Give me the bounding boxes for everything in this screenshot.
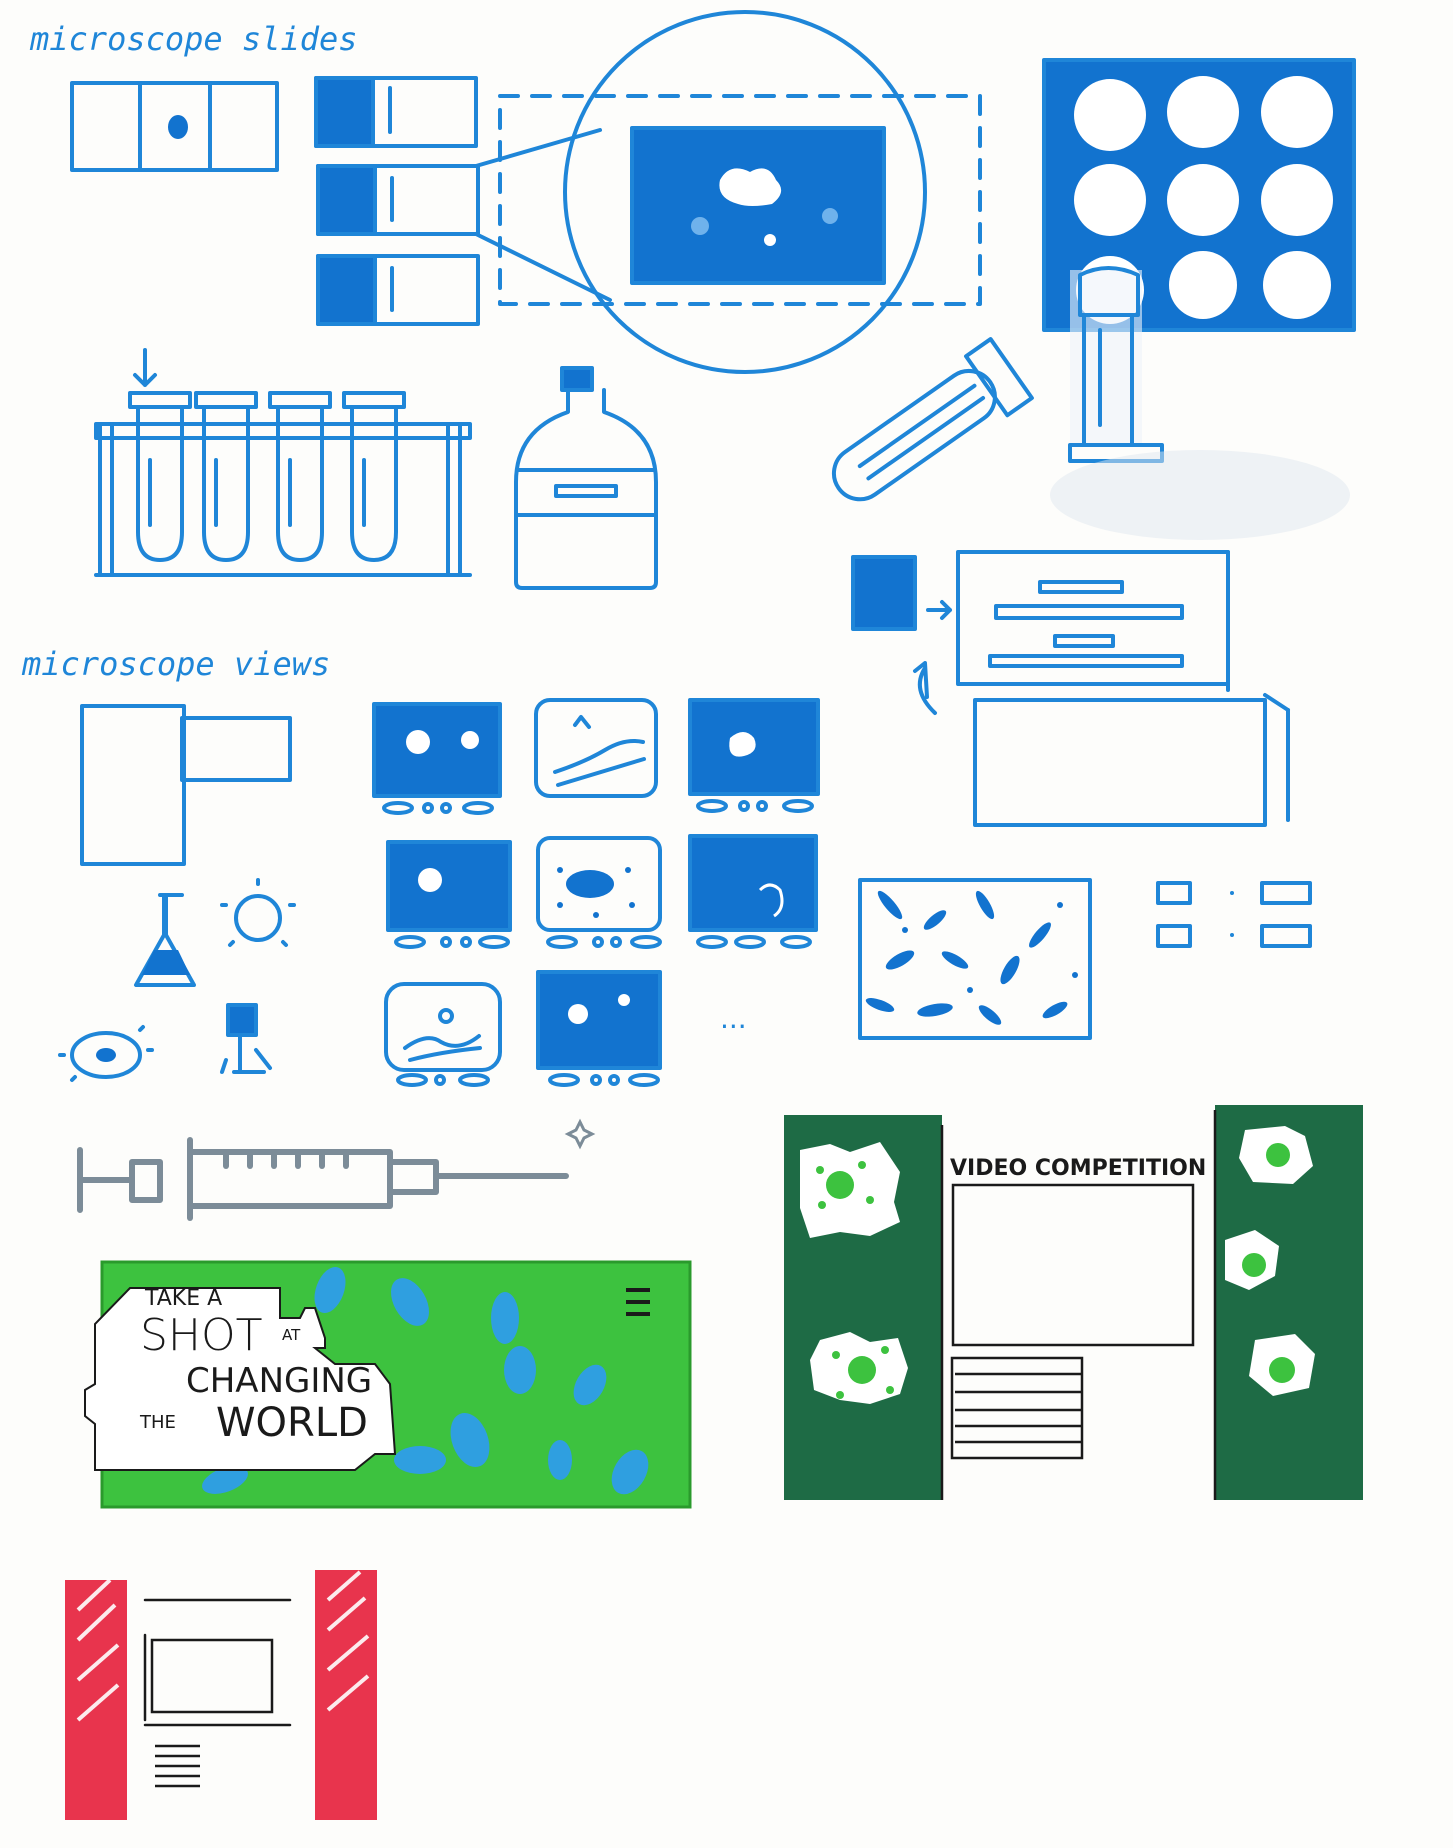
thumbnail [688, 698, 820, 813]
slides-heading: microscope slides [29, 20, 358, 58]
thumbnail [536, 836, 662, 949]
cell-green [1239, 1126, 1313, 1184]
cell-green [810, 1332, 908, 1404]
test-tube-rack [94, 348, 472, 577]
layout-wireframe [80, 704, 292, 866]
banner-world: WORLD [216, 1400, 368, 1446]
video-competition-title: VIDEO COMPETITION [950, 1156, 1206, 1181]
thumbnail [372, 702, 502, 815]
slide-to-screen-diagram [851, 550, 1290, 827]
bacteria-pattern [858, 878, 1092, 1040]
take-a-shot-banner: TAKE A SHOT AT CHANGING THE WORLD [84, 1260, 692, 1509]
reagent-bottle [514, 366, 658, 590]
thumbnail [688, 834, 818, 949]
stacked-slides [314, 76, 480, 326]
red-layout [65, 1570, 377, 1820]
lab-icons [58, 878, 296, 1082]
banner-shot: SHOT [140, 1310, 263, 1361]
single-slide [70, 81, 279, 172]
thumbnail [534, 698, 658, 798]
thumbnail [386, 840, 512, 949]
thumbnail [536, 970, 662, 1087]
cell-green [800, 1142, 900, 1238]
toggle-icons [1156, 881, 1312, 948]
sketch-sheet: microscope slides microscope views ... T… [21, 10, 1363, 1820]
banner-line1: TAKE A [144, 1286, 222, 1311]
thumbnail [384, 982, 502, 1087]
video-competition-layout: VIDEO COMPETITION [784, 1105, 1363, 1500]
banner-the: THE [139, 1412, 176, 1433]
syringe [77, 1118, 596, 1221]
more-ellipsis: ... [720, 1002, 747, 1035]
view-thumbnails: ... [372, 698, 820, 1087]
banner-at: AT [282, 1326, 301, 1344]
views-heading: microscope views [21, 645, 330, 683]
magnified-slide-view [474, 10, 982, 374]
sample-tube [831, 337, 1034, 502]
banner-changing: CHANGING [186, 1361, 372, 1401]
